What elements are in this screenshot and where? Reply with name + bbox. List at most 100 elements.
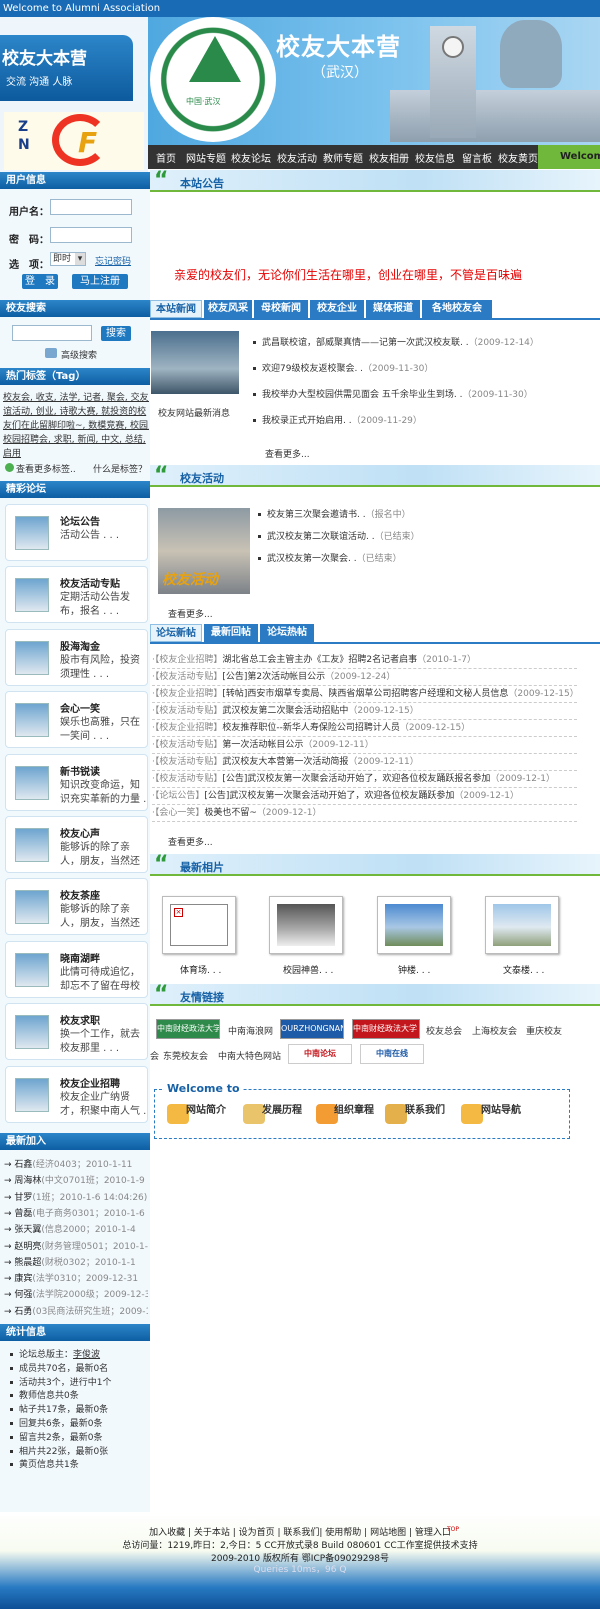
member-item[interactable]: → 石勇(03民商法研究生班；2009-12: [4, 1304, 148, 1317]
member-item[interactable]: → 熊晨超(财税0302；2010-1-1: [4, 1255, 148, 1268]
member-item[interactable]: → 石鑫(经济0403；2010-1-11: [4, 1157, 148, 1170]
forum-post-row[interactable]: ·【校友企业招聘】校友推荐职位--新华人寿保险公司招聘计人员（2009-12-1…: [152, 720, 577, 737]
member-item[interactable]: → 甘罗(1班；2010-1-6 14:04:26): [4, 1190, 148, 1203]
news-title[interactable]: 武昌联校谊，部威聚真情——记第一次武汉校友联. .: [262, 338, 469, 348]
member-item[interactable]: → 周海林(中文0701班；2010-1-9: [4, 1173, 148, 1186]
quick-link-history[interactable]: 发展历程: [262, 1101, 302, 1116]
forum-post-row[interactable]: ·【校友企业招聘】[转帖]西安市烟草专卖局、陕西省烟草公司招聘客户经理和文秘人员…: [152, 686, 577, 703]
news-more-link[interactable]: 查看更多...: [265, 447, 310, 460]
link-logo-online[interactable]: 中南在线: [360, 1044, 424, 1064]
activities-more-link[interactable]: 查看更多...: [168, 607, 213, 620]
forum-post-category[interactable]: ·【校友活动专贴】: [152, 740, 222, 750]
forum-board-card[interactable]: 校友茶座能够诉的除了亲人，朋友，当然还有校友 . . .: [5, 878, 148, 936]
news-title[interactable]: 我校录正式开始启用. .: [262, 416, 352, 426]
forum-post-title[interactable]: 武汉校友第二次聚会活动招贴中: [222, 706, 348, 716]
forum-post-title[interactable]: 校友推荐职位--新华人寿保险公司招聘计人员: [222, 723, 400, 733]
forum-post-row[interactable]: ·【校友企业招聘】湖北省总工会主管主办《工友》招聘2名记者启事（2010-1-7…: [152, 652, 577, 669]
news-title[interactable]: 我校举办大型校园供需见面会 五千余毕业生到场. .: [262, 390, 462, 400]
activity-item[interactable]: 武汉校友第一次聚会. .（已结束）: [258, 551, 402, 564]
register-button[interactable]: 马上注册: [72, 274, 128, 289]
forum-board-title[interactable]: 校友茶座: [60, 887, 100, 902]
link-text[interactable]: 重庆校友: [526, 1024, 562, 1037]
forum-board-title[interactable]: 晓南湖畔: [60, 950, 100, 965]
forum-board-title[interactable]: 会心一笑: [60, 700, 100, 715]
tag-cloud[interactable]: 校友会, 收支, 法学, 记者, 聚会, 交友, 联 谊活动, 创业, 诗歌大赛…: [3, 391, 149, 461]
forum-post-title[interactable]: [公告]武汉校友第一次聚会活动开始了，欢迎各位校友踊跃参加: [204, 791, 454, 801]
quick-link-intro[interactable]: 网站简介: [186, 1101, 226, 1116]
nav-item-album[interactable]: 校友相册: [369, 150, 409, 165]
quick-link-navigation[interactable]: 网站导航: [481, 1101, 521, 1116]
forum-board-title[interactable]: 校友活动专贴: [60, 575, 120, 590]
forum-board-title[interactable]: 校友心声: [60, 825, 100, 840]
tag-line[interactable]: 友们在此留脚印啦~, 数模竞赛, 校园,: [3, 419, 149, 433]
nav-item-guestbook[interactable]: 留言板: [462, 150, 492, 165]
tag-line[interactable]: 启用: [3, 447, 149, 461]
forum-post-row[interactable]: ·【会心一笑】极美也不留~（2009-12-1）: [152, 805, 577, 822]
member-item[interactable]: → 曾磊(电子商务0301；2010-1-6: [4, 1206, 148, 1219]
password-input[interactable]: [50, 227, 132, 243]
forum-board-card[interactable]: 晓南湖畔此情可待成追忆，却忘不了留在母校里的足迹 . . .: [5, 940, 148, 998]
forum-post-category[interactable]: ·【会心一笑】: [152, 808, 204, 818]
member-item[interactable]: → 康宾(法学0310；2009-12-31: [4, 1271, 148, 1284]
photo-caption[interactable]: 校园神兽. . .: [283, 963, 333, 976]
forum-post-row[interactable]: ·【论坛公告】[公告]武汉校友第一次聚会活动开始了，欢迎各位校友踊跃参加（200…: [152, 788, 577, 805]
search-button[interactable]: 搜索: [101, 326, 131, 341]
tab-school-news[interactable]: 母校新闻: [254, 300, 308, 318]
nav-item-topics[interactable]: 网站专题: [186, 150, 226, 165]
forum-post-category[interactable]: ·【校友活动专贴】: [152, 706, 222, 716]
member-item[interactable]: → 赵明亮(财务管理0501；2010-1-3: [4, 1239, 148, 1252]
forum-board-card[interactable]: 会心一笑 娱乐也高雅，只在一笑间 . . .: [5, 691, 148, 749]
photo-frame[interactable]: [485, 896, 559, 954]
member-name[interactable]: → 康宾: [4, 1274, 32, 1284]
forum-post-title[interactable]: 极美也不留~: [204, 808, 257, 818]
link-logo-forum[interactable]: 中南论坛: [288, 1044, 352, 1064]
back-to-top-link[interactable]: TOP: [447, 1526, 459, 1533]
forum-post-row[interactable]: ·【校友活动专贴】[公告]第2次活动帐目公示（2009-12-24）: [152, 669, 577, 686]
forum-posts-more-link[interactable]: 查看更多...: [168, 835, 213, 848]
search-input[interactable]: [12, 325, 92, 341]
news-item[interactable]: 我校录正式开始启用. .（2009-11-29）: [253, 413, 422, 426]
photo-caption[interactable]: 钟楼. . .: [398, 963, 430, 976]
tab-forum-hot[interactable]: 论坛热帖: [260, 624, 314, 642]
member-name[interactable]: → 甘罗: [4, 1193, 32, 1203]
member-name[interactable]: → 周海林: [4, 1176, 41, 1186]
link-text[interactable]: 东莞校友会: [163, 1049, 208, 1062]
forum-post-row[interactable]: ·【校友活动专贴】第一次活动帐目公示（2009-12-11）: [152, 737, 577, 754]
login-option-select[interactable]: 即时 ▾: [50, 252, 86, 266]
tab-media-reports[interactable]: 媒体报道: [366, 300, 420, 318]
nav-item-activities[interactable]: 校友活动: [277, 150, 317, 165]
quick-link-contact[interactable]: 联系我们: [405, 1101, 445, 1116]
quick-link-charter[interactable]: 组织章程: [334, 1101, 374, 1116]
link-text[interactable]: 中南海浪网: [228, 1024, 273, 1037]
member-name[interactable]: → 石鑫: [4, 1160, 32, 1170]
forum-post-title[interactable]: 湖北省总工会主管主办《工友》招聘2名记者启事: [222, 655, 417, 665]
photo-frame[interactable]: [377, 896, 451, 954]
footer-links[interactable]: 加入收藏 | 关于本站 | 设为首页 | 联系我们| 使用帮助 | 网站地图 |…: [0, 1525, 600, 1538]
news-item[interactable]: 欢迎79级校友返校聚会. .（2009-11-30）: [253, 361, 433, 374]
news-title[interactable]: 欢迎79级校友返校聚会. .: [262, 364, 363, 374]
link-logo-guangzhou[interactable]: 中南财经政法大学 广州校友会: [352, 1019, 420, 1039]
forum-post-title[interactable]: 第一次活动帐目公示: [222, 740, 303, 750]
tag-line[interactable]: 谊活动, 创业, 诗歌大赛, 就投资的校: [3, 405, 149, 419]
username-input[interactable]: [50, 199, 132, 215]
forum-post-row[interactable]: ·【校友活动专贴】武汉校友第二次聚会活动招贴中（2009-12-15）: [152, 703, 577, 720]
photo-caption[interactable]: 体育场. . .: [180, 963, 221, 976]
forum-post-category[interactable]: ·【校友企业招聘】: [152, 689, 222, 699]
advanced-search-link[interactable]: 高级搜索: [61, 348, 97, 361]
more-tags-link[interactable]: 查看更多标签..: [16, 462, 76, 475]
forum-board-card[interactable]: 校友心声能够诉的除了亲人，朋友，当然还有校友 . . .: [5, 816, 148, 873]
forum-post-category[interactable]: ·【校友活动专贴】: [152, 757, 222, 767]
forum-post-category[interactable]: ·【校友活动专贴】: [152, 672, 222, 682]
activity-item[interactable]: 校友第三次聚会邀请书. .（报名中）: [258, 507, 411, 520]
member-item[interactable]: → 何强(法学院2000级；2009-12-31: [4, 1287, 148, 1300]
forum-board-title[interactable]: 论坛公告: [60, 513, 100, 528]
nav-item-home[interactable]: 首页: [156, 150, 176, 165]
forum-board-title[interactable]: 股海淘金: [60, 638, 100, 653]
forum-board-title[interactable]: 校友企业招聘: [60, 1075, 120, 1090]
nav-item-teachers[interactable]: 教师专题: [323, 150, 363, 165]
tab-forum-replies[interactable]: 最新回帖: [204, 624, 258, 642]
forum-post-row[interactable]: ·【校友活动专贴】[公告]武汉校友第一次聚会活动开始了，欢迎各位校友踊跃报名参加…: [152, 771, 577, 788]
member-name[interactable]: → 石勇: [4, 1307, 32, 1317]
forum-board-card[interactable]: 股海淘金 股市有风险，投资须理性 . . .: [5, 628, 148, 686]
tag-line[interactable]: 校友会, 收支, 法学, 记者, 聚会, 交友, 联: [3, 391, 149, 405]
